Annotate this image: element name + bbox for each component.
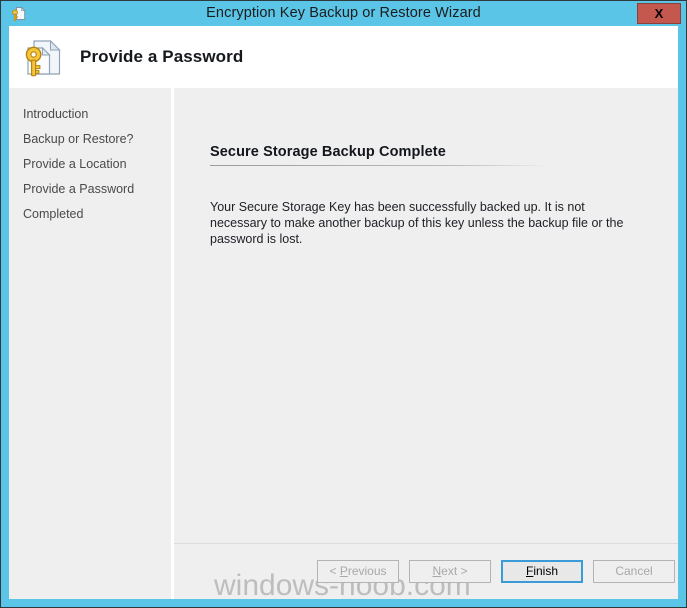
page-title: Provide a Password — [80, 47, 244, 66]
wizard-body: Introduction Backup or Restore? Provide … — [9, 88, 678, 599]
title-bar: Encryption Key Backup or Restore Wizard … — [1, 1, 686, 26]
client-area: Provide a Password Introduction Backup o… — [9, 26, 678, 599]
cancel-button[interactable]: Cancel — [593, 560, 675, 583]
window-title: Encryption Key Backup or Restore Wizard — [206, 5, 481, 21]
content-inner: Secure Storage Backup Complete Your Secu… — [174, 88, 678, 543]
sidebar-item-provide-a-password[interactable]: Provide a Password — [9, 177, 171, 202]
sidebar-item-completed[interactable]: Completed — [9, 202, 171, 227]
next-button[interactable]: Next > — [409, 560, 491, 583]
heading-divider — [210, 165, 550, 166]
wizard-content: Secure Storage Backup Complete Your Secu… — [174, 88, 678, 599]
sidebar-item-provide-a-location[interactable]: Provide a Location — [9, 152, 171, 177]
finish-button-label: Finish — [525, 564, 559, 578]
sidebar-item-introduction[interactable]: Introduction — [9, 102, 171, 127]
previous-button-label: < Previous — [329, 564, 387, 578]
content-heading: Secure Storage Backup Complete — [210, 144, 446, 160]
wizard-window: Encryption Key Backup or Restore Wizard … — [0, 0, 687, 608]
wizard-button-bar: windows-noob.com < Previous Next > Finis… — [174, 543, 678, 599]
content-body-text: Your Secure Storage Key has been success… — [210, 200, 624, 246]
sidebar-item-backup-or-restore[interactable]: Backup or Restore? — [9, 127, 171, 152]
wizard-header: Provide a Password — [9, 26, 678, 88]
finish-button[interactable]: Finish — [501, 560, 583, 583]
next-button-label: Next > — [432, 564, 468, 578]
key-document-icon — [10, 5, 28, 23]
wizard-step-list: Introduction Backup or Restore? Provide … — [9, 88, 174, 599]
key-document-icon — [20, 35, 66, 81]
close-button[interactable]: X — [637, 3, 681, 24]
previous-button[interactable]: < Previous — [317, 560, 399, 583]
